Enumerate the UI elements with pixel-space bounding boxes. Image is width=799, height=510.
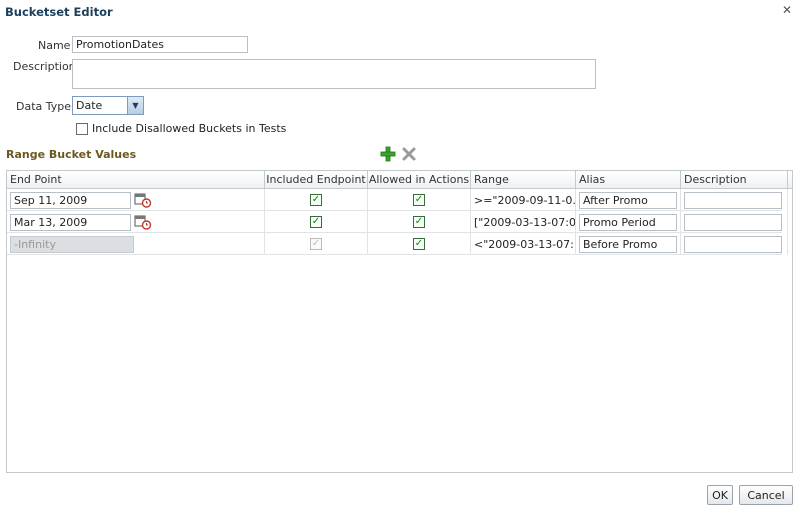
- description-field[interactable]: [72, 59, 596, 89]
- included-endpoint-checkbox[interactable]: ✓: [310, 194, 322, 206]
- end-point-cell: Sep 11, 2009: [7, 189, 265, 211]
- column-header-description[interactable]: Description: [681, 171, 788, 189]
- range-cell: ["2009-03-13-07:0...: [471, 211, 576, 233]
- description-cell: [681, 233, 788, 255]
- alias-input[interactable]: Before Promo: [579, 235, 677, 253]
- range-value: ["2009-03-13-07:0...: [474, 215, 576, 229]
- end-point-input[interactable]: Mar 13, 2009: [10, 213, 131, 231]
- table-row[interactable]: Mar 13, 2009 ✓ ✓ ["2009-03-13-07:0... Pr…: [7, 211, 788, 233]
- date-picker-icon[interactable]: [134, 214, 152, 230]
- alias-cell: After Promo: [576, 189, 681, 211]
- included-endpoint-cell: ✓: [265, 211, 368, 233]
- end-point-input-disabled: -Infinity: [10, 235, 134, 253]
- description-cell: [681, 189, 788, 211]
- allowed-in-actions-cell: ✓: [368, 189, 471, 211]
- include-disallowed-checkbox[interactable]: [76, 122, 88, 135]
- data-type-value: Date: [76, 99, 103, 112]
- included-endpoint-checkbox-disabled: ✓: [310, 238, 322, 250]
- range-value: >="2009-09-11-0...: [474, 193, 576, 207]
- table-header: End Point Included Endpoint Allowed in A…: [7, 171, 792, 189]
- alias-cell: Promo Period: [576, 211, 681, 233]
- date-picker-icon[interactable]: [134, 192, 152, 208]
- chevron-down-icon[interactable]: ▼: [127, 97, 143, 114]
- remove-icon[interactable]: [401, 146, 417, 162]
- range-cell: <"2009-03-13-07:...: [471, 233, 576, 255]
- alias-input[interactable]: Promo Period: [579, 213, 677, 231]
- table-row[interactable]: Sep 11, 2009 ✓ ✓ >="2009-09-11-0... Afte…: [7, 189, 788, 211]
- allowed-in-actions-checkbox[interactable]: ✓: [413, 194, 425, 206]
- row-description-input[interactable]: [684, 235, 782, 253]
- include-disallowed-row: Include Disallowed Buckets in Tests: [76, 122, 286, 135]
- allowed-in-actions-cell: ✓: [368, 211, 471, 233]
- column-header-end-point[interactable]: End Point: [7, 171, 265, 189]
- column-header-included-endpoint[interactable]: Included Endpoint: [265, 171, 368, 189]
- description-cell: [681, 211, 788, 233]
- name-label: Name: [38, 39, 71, 52]
- include-disallowed-label: Include Disallowed Buckets in Tests: [92, 122, 287, 135]
- range-bucket-values-title: Range Bucket Values: [6, 148, 137, 161]
- ok-button[interactable]: OK: [707, 485, 733, 505]
- data-type-select[interactable]: Date ▼: [72, 96, 144, 115]
- column-header-allowed-in-actions[interactable]: Allowed in Actions: [368, 171, 471, 189]
- dialog-title: Bucketset Editor: [5, 5, 113, 19]
- data-type-label: Data Type: [16, 100, 72, 113]
- end-point-input[interactable]: Sep 11, 2009: [10, 191, 131, 209]
- add-icon[interactable]: [380, 146, 396, 162]
- range-value: <"2009-03-13-07:...: [474, 237, 576, 251]
- allowed-in-actions-checkbox[interactable]: ✓: [413, 216, 425, 228]
- column-header-range[interactable]: Range: [471, 171, 576, 189]
- bucketset-editor-dialog: Bucketset Editor ✕ Name Description Data…: [0, 0, 799, 510]
- end-point-cell: -Infinity: [7, 233, 265, 255]
- table-row[interactable]: -Infinity ✓ ✓ <"2009-03-13-07:... Before…: [7, 233, 788, 255]
- included-endpoint-checkbox[interactable]: ✓: [310, 216, 322, 228]
- range-cell: >="2009-09-11-0...: [471, 189, 576, 211]
- allowed-in-actions-cell: ✓: [368, 233, 471, 255]
- range-bucket-table: End Point Included Endpoint Allowed in A…: [6, 170, 793, 473]
- row-description-input[interactable]: [684, 213, 782, 231]
- column-header-alias[interactable]: Alias: [576, 171, 681, 189]
- end-point-cell: Mar 13, 2009: [7, 211, 265, 233]
- cancel-button[interactable]: Cancel: [739, 485, 793, 505]
- alias-input[interactable]: After Promo: [579, 191, 677, 209]
- description-label: Description: [13, 60, 76, 73]
- included-endpoint-cell: ✓: [265, 233, 368, 255]
- allowed-in-actions-checkbox[interactable]: ✓: [413, 238, 425, 250]
- row-description-input[interactable]: [684, 191, 782, 209]
- close-icon[interactable]: ✕: [780, 3, 794, 17]
- alias-cell: Before Promo: [576, 233, 681, 255]
- included-endpoint-cell: ✓: [265, 189, 368, 211]
- name-input[interactable]: [72, 36, 248, 53]
